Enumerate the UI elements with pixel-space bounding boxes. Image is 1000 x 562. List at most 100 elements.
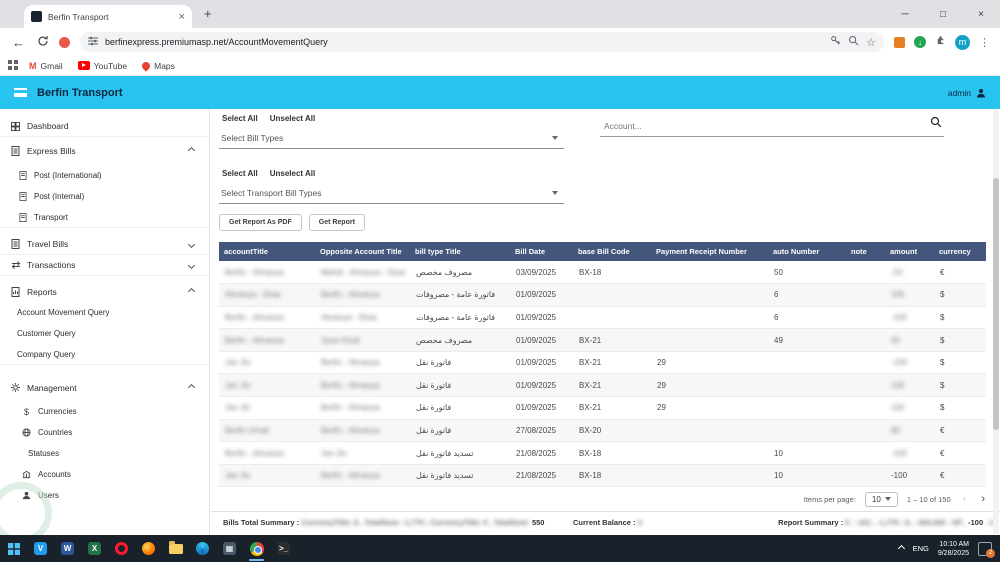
sidebar-item-express-bills[interactable]: Express Bills — [0, 140, 209, 161]
table-row[interactable]: Almanya - Ekas Berfin - Almanya فاتورة عام… — [219, 283, 986, 307]
window-close-button[interactable]: × — [962, 0, 1000, 28]
table-row[interactable]: Berfin - Almanya Almanya - Ekas فاتورة عام… — [219, 306, 986, 330]
sidebar-item-management[interactable]: Management — [0, 377, 209, 398]
gear-icon — [10, 383, 21, 392]
previous-page-icon[interactable]: ‹ — [960, 493, 970, 505]
cell-autoNumber: 10 — [768, 441, 846, 465]
apps-grid-icon[interactable] — [8, 57, 18, 75]
account-search-field[interactable] — [600, 113, 944, 137]
table-row[interactable]: Berfin - Almanya Jiyan Kholi مصروف مخصص 01/… — [219, 328, 986, 352]
taskbar-firefox-icon[interactable] — [135, 535, 162, 562]
table-row[interactable]: Jan Jlo Berfin - Almanya فاتورة نقل 01/09/2… — [219, 351, 986, 375]
menu-hamburger-icon[interactable] — [14, 88, 27, 97]
taskbar-calculator-icon[interactable]: ▦ — [216, 535, 243, 562]
cell-billDate: 03/09/2025 — [510, 261, 573, 285]
cell-baseBillCode: BX-18 — [573, 261, 651, 285]
taskbar-chrome-icon[interactable] — [243, 535, 270, 562]
profile-avatar[interactable]: m — [955, 34, 970, 50]
sidebar-item-countries[interactable]: Countries — [0, 422, 209, 443]
table-row[interactable]: Berfin Umait Berfin - Almanya فاتورة نقل 27… — [219, 419, 986, 443]
unselect-all-link[interactable]: Unselect All — [270, 114, 316, 123]
password-key-icon[interactable] — [830, 33, 841, 51]
table-row[interactable]: Berfin - Almanya Mahdi - Almanya - Ekas مص… — [219, 261, 986, 285]
download-extension-icon[interactable]: ↓ — [914, 36, 926, 48]
extensions-puzzle-icon[interactable] — [935, 33, 946, 51]
select-all-link[interactable]: Select All — [222, 169, 258, 178]
new-tab-button[interactable]: + — [204, 6, 212, 21]
bill-types-select[interactable]: Select Bill Types — [219, 127, 564, 149]
sidebar-item-statuses[interactable]: Statuses — [0, 443, 209, 464]
sidebar-item-transport[interactable]: Transport — [0, 207, 209, 228]
taskbar-opera-icon[interactable] — [108, 535, 135, 562]
address-bar[interactable]: berfinexpress.premiumasp.net/AccountMove… — [80, 32, 884, 52]
sidebar-item-label: Post (International) — [34, 171, 102, 180]
cell-billTypeTitle: فاتورة نقل — [410, 419, 510, 443]
cell-amount: -100 — [885, 464, 934, 488]
page-size-select[interactable]: 10 — [864, 491, 898, 507]
extension-icon[interactable] — [59, 36, 70, 48]
bookmark-maps[interactable]: Maps — [140, 59, 175, 72]
toolbar-right: ↓ m ⋮ — [894, 33, 990, 51]
select-all-link[interactable]: Select All — [222, 114, 258, 123]
tray-expand-icon[interactable] — [897, 544, 905, 553]
url-text[interactable]: berfinexpress.premiumasp.net/AccountMove… — [105, 37, 823, 47]
page-scrollbar[interactable] — [993, 110, 999, 534]
sidebar-item-account-movement-query[interactable]: Account Movement Query — [0, 302, 209, 323]
cell-billTypeTitle: فاتورة نقل — [410, 373, 510, 398]
bookmark-star-icon[interactable]: ☆ — [866, 36, 876, 49]
reload-icon[interactable] — [37, 35, 49, 49]
sidebar-item-currencies[interactable]: $ Currencies — [0, 401, 209, 422]
tune-icon[interactable] — [88, 33, 98, 51]
cell-paymentReceiptNumber — [651, 261, 768, 285]
cell-autoNumber: 6 — [768, 306, 846, 330]
sidebar-item-accounts[interactable]: Accounts — [0, 464, 209, 485]
transport-bill-types-select[interactable]: Select Transport Bill Types — [219, 182, 564, 204]
table-row[interactable]: Berfin - Almanya Jan Jlo تسديد فاتورة نقل 2… — [219, 441, 986, 465]
search-icon[interactable] — [930, 115, 942, 133]
start-button[interactable] — [0, 535, 27, 562]
get-report-pdf-button[interactable]: Get Report As PDF — [219, 214, 302, 231]
cell-oppositeAccountTitle: Berfin - Almanya — [315, 351, 410, 375]
taskbar-edge-icon[interactable] — [189, 535, 216, 562]
browser-tab[interactable]: Berfin Transport × — [24, 5, 192, 28]
sidebar-item-company-query[interactable]: Company Query — [0, 344, 209, 365]
browser-menu-icon[interactable]: ⋮ — [979, 36, 990, 49]
col-autoNumber: auto Number — [768, 242, 846, 261]
taskbar-explorer-icon[interactable] — [162, 535, 189, 562]
window-minimize-button[interactable]: ─ — [886, 0, 924, 28]
taskbar-word-icon[interactable]: W — [54, 535, 81, 562]
table-row[interactable]: Jan Jlo Berfin - Almanya فاتورة نقل 01/09/2… — [219, 373, 986, 398]
sidebar-item-post-international[interactable]: Post (International) — [0, 165, 209, 186]
back-icon[interactable]: ← — [12, 36, 25, 49]
sidebar-item-customer-query[interactable]: Customer Query — [0, 323, 209, 344]
window-controls: ─ □ × — [886, 0, 1000, 28]
table-row[interactable]: Jan Jlo Berfin - Almanya تسديد فاتورة نقل 2… — [219, 464, 986, 488]
table-row[interactable]: Jan Jlo Berfin - Almanya فاتورة نقل 01/09/2… — [219, 396, 986, 420]
tab-close-icon[interactable]: × — [179, 11, 185, 23]
sidebar-item-transactions[interactable]: Transactions — [0, 255, 209, 276]
taskbar-terminal-icon[interactable]: >_ — [270, 535, 297, 562]
bookmark-youtube[interactable]: YouTube — [77, 61, 127, 71]
sidebar-item-dashboard[interactable]: Dashboard — [0, 116, 209, 137]
sidebar-item-post-internal[interactable]: Post (Internal) — [0, 186, 209, 207]
sidebar-item-travel-bills[interactable]: Travel Bills — [0, 234, 209, 255]
account-search-input[interactable] — [600, 121, 930, 136]
notification-center-icon[interactable]: 2 — [978, 541, 995, 558]
taskbar-excel-icon[interactable]: X — [81, 535, 108, 562]
sidebar-item-reports[interactable]: Reports — [0, 281, 209, 302]
taskbar-vscode-icon[interactable]: V — [27, 535, 54, 562]
cell-billTypeTitle: تسديد فاتورة نقل — [410, 441, 510, 465]
clock[interactable]: 10:10 AM 9/28/2025 — [938, 540, 969, 558]
unselect-all-link[interactable]: Unselect All — [270, 169, 316, 178]
extension-icon[interactable] — [894, 36, 905, 48]
scrollbar-thumb[interactable] — [993, 178, 999, 430]
user-menu[interactable]: admin — [948, 88, 986, 98]
bookmark-gmail[interactable]: M Gmail — [29, 61, 63, 71]
transport-bill-types-select-links: Select All Unselect All — [222, 169, 315, 178]
next-page-icon[interactable]: › — [978, 493, 988, 505]
bookmark-label: Gmail — [40, 60, 63, 71]
window-maximize-button[interactable]: □ — [924, 0, 962, 28]
zoom-icon[interactable] — [848, 33, 859, 51]
get-report-button[interactable]: Get Report — [308, 214, 365, 231]
language-indicator[interactable]: ENG — [913, 544, 929, 553]
